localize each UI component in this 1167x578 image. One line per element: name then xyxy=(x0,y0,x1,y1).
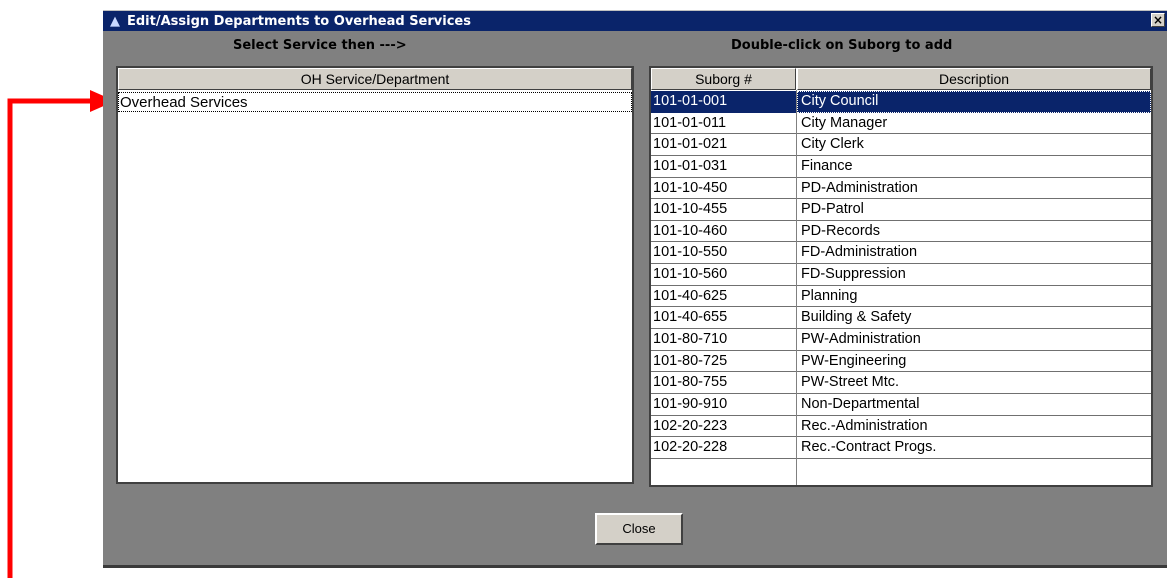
table-row[interactable]: 101-40-625 Planning xyxy=(651,286,1151,308)
close-button[interactable]: Close xyxy=(595,513,683,545)
table-row[interactable]: 101-01-021 City Clerk xyxy=(651,134,1151,156)
dialog-window: ▲ Edit/Assign Departments to Overhead Se… xyxy=(103,10,1167,568)
table-row[interactable]: 101-10-450 PD-Administration xyxy=(651,178,1151,200)
suborg-cell: 101-10-450 xyxy=(651,178,796,200)
column-header-description[interactable]: Description xyxy=(797,68,1151,90)
title-bar[interactable]: ▲ Edit/Assign Departments to Overhead Se… xyxy=(103,11,1167,31)
description-cell: PW-Street Mtc. xyxy=(797,372,1151,394)
list-item-overhead-services[interactable]: Overhead Services xyxy=(118,92,632,112)
description-cell: PD-Records xyxy=(797,221,1151,243)
description-cell: City Council xyxy=(797,91,1151,113)
table-row[interactable]: 101-10-550 FD-Administration xyxy=(651,242,1151,265)
description-cell: City Manager xyxy=(797,113,1151,135)
suborg-cell: 101-10-550 xyxy=(651,242,796,265)
table-row[interactable]: 101-10-455 PD-Patrol xyxy=(651,199,1151,221)
suborg-cell: 101-80-725 xyxy=(651,351,796,373)
suborg-cell: 101-01-001 xyxy=(651,91,796,113)
table-row[interactable]: 101-01-011 City Manager xyxy=(651,113,1151,135)
table-row[interactable]: 101-80-755 PW-Street Mtc. xyxy=(651,372,1151,394)
window-title: Edit/Assign Departments to Overhead Serv… xyxy=(127,13,471,29)
table-row[interactable]: 101-01-031 Finance xyxy=(651,156,1151,178)
grid-rows: 101-01-001 City Council 101-01-011 City Man… xyxy=(651,91,1151,459)
table-row[interactable]: 101-10-560 FD-Suppression xyxy=(651,264,1151,286)
suborg-cell: 101-40-625 xyxy=(651,286,796,308)
table-row[interactable]: 101-40-655 Building & Safety xyxy=(651,307,1151,330)
suborg-cell: 101-10-460 xyxy=(651,221,796,243)
description-cell: Planning xyxy=(797,286,1151,308)
description-cell: PW-Engineering xyxy=(797,351,1151,373)
service-list[interactable]: OH Service/Department Overhead Services xyxy=(116,66,634,484)
description-cell: Building & Safety xyxy=(797,307,1151,330)
suborg-cell: 101-90-910 xyxy=(651,394,796,416)
suborg-cell: 102-20-223 xyxy=(651,416,796,438)
suborg-cell: 101-01-021 xyxy=(651,134,796,156)
column-header-suborg[interactable]: Suborg # xyxy=(651,68,796,90)
description-cell: City Clerk xyxy=(797,134,1151,156)
close-icon[interactable]: × xyxy=(1151,13,1165,27)
table-row[interactable]: 101-80-725 PW-Engineering xyxy=(651,351,1151,373)
description-cell: Finance xyxy=(797,156,1151,178)
table-row[interactable]: 101-90-910 Non-Departmental xyxy=(651,394,1151,416)
suborg-cell: 101-01-011 xyxy=(651,113,796,135)
suborg-cell: 102-20-228 xyxy=(651,437,796,459)
table-row[interactable]: 102-20-228 Rec.-Contract Progs. xyxy=(651,437,1151,459)
description-cell: FD-Suppression xyxy=(797,264,1151,286)
description-cell: Rec.-Administration xyxy=(797,416,1151,438)
description-cell: PW-Administration xyxy=(797,329,1151,351)
description-cell: Rec.-Contract Progs. xyxy=(797,437,1151,459)
suborg-cell: 101-80-710 xyxy=(651,329,796,351)
left-instruction-label: Select Service then ---> xyxy=(233,38,407,53)
table-row[interactable]: 102-20-223 Rec.-Administration xyxy=(651,416,1151,438)
column-header-oh-service[interactable]: OH Service/Department xyxy=(118,68,632,90)
table-row[interactable]: 101-10-460 PD-Records xyxy=(651,221,1151,243)
app-logo-icon: ▲ xyxy=(110,13,120,29)
description-cell: FD-Administration xyxy=(797,242,1151,265)
table-row[interactable]: 101-80-710 PW-Administration xyxy=(651,329,1151,351)
suborg-cell: 101-01-031 xyxy=(651,156,796,178)
suborg-cell: 101-10-560 xyxy=(651,264,796,286)
description-cell: PD-Administration xyxy=(797,178,1151,200)
suborg-cell: 101-10-455 xyxy=(651,199,796,221)
description-cell: PD-Patrol xyxy=(797,199,1151,221)
suborg-cell: 101-40-655 xyxy=(651,307,796,330)
table-row[interactable]: 101-01-001 City Council xyxy=(651,91,1151,113)
right-instruction-label: Double-click on Suborg to add xyxy=(731,38,953,53)
suborg-cell: 101-80-755 xyxy=(651,372,796,394)
description-cell: Non-Departmental xyxy=(797,394,1151,416)
suborg-grid[interactable]: Suborg # Description 101-01-001 City Coun… xyxy=(649,66,1153,487)
